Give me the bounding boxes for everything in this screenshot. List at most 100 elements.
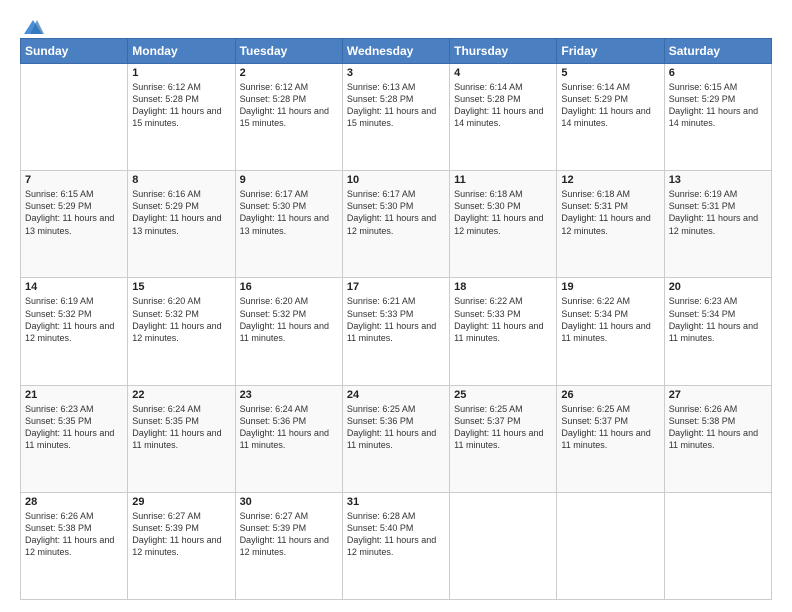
- calendar-cell: 17 Sunrise: 6:21 AMSunset: 5:33 PMDayligh…: [342, 278, 449, 385]
- calendar-week-row: 1 Sunrise: 6:12 AM Sunset: 5:28 PM Daylight…: [21, 64, 772, 171]
- daylight-label: Daylight: 11 hours and 12 minutes.: [347, 213, 436, 235]
- day-number: 29: [132, 496, 230, 508]
- day-number: 18: [454, 281, 552, 293]
- daylight-label: Daylight: 11 hours and 13 minutes.: [240, 213, 329, 235]
- sunrise-label: Sunrise: 6:26 AM: [25, 511, 94, 521]
- day-info: Sunrise: 6:13 AMSunset: 5:28 PMDaylight:…: [347, 81, 445, 130]
- day-number: 17: [347, 281, 445, 293]
- day-info: Sunrise: 6:14 AMSunset: 5:29 PMDaylight:…: [561, 81, 659, 130]
- calendar-cell: 22Sunrise: 6:24 AMSunset: 5:35 PMDayligh…: [128, 385, 235, 492]
- daylight-label: Daylight: 11 hours and 11 minutes.: [240, 428, 329, 450]
- calendar-cell: 28 Sunrise: 6:26 AMSunset: 5:38 PMDayligh…: [21, 492, 128, 599]
- calendar-cell: 2Sunrise: 6:12 AMSunset: 5:28 PMDaylight…: [235, 64, 342, 171]
- day-number: 2: [240, 67, 338, 79]
- day-info: Sunrise: 6:22 AMSunset: 5:34 PMDaylight:…: [561, 295, 659, 344]
- day-info: Sunrise: 6:27 AMSunset: 5:39 PMDaylight:…: [132, 510, 230, 559]
- daylight-label: Daylight: 11 hours and 14 minutes.: [669, 106, 758, 128]
- day-info: Sunrise: 6:23 AM Sunset: 5:34 PM Daylight:…: [669, 295, 767, 344]
- day-number: 5: [561, 67, 659, 79]
- daylight-label: Daylight: 11 hours and 12 minutes.: [25, 535, 114, 557]
- calendar-cell: 3Sunrise: 6:13 AMSunset: 5:28 PMDaylight…: [342, 64, 449, 171]
- sunrise-label: Sunrise: 6:16 AM: [132, 189, 201, 199]
- daylight-label: Daylight: 11 hours and 11 minutes.: [454, 321, 543, 343]
- sunset-label: Sunset: 5:28 PM: [347, 94, 414, 104]
- calendar-cell: [664, 492, 771, 599]
- sunset-label: Sunset: 5:38 PM: [669, 416, 736, 426]
- sunset-label: Sunset: 5:29 PM: [669, 94, 736, 104]
- sunset-label: Sunset: 5:35 PM: [25, 416, 92, 426]
- day-info: Sunrise: 6:24 AMSunset: 5:36 PMDaylight:…: [240, 403, 338, 452]
- day-info: Sunrise: 6:15 AMSunset: 5:29 PMDaylight:…: [25, 188, 123, 237]
- day-info: Sunrise: 6:21 AMSunset: 5:33 PMDaylight:…: [347, 295, 445, 344]
- day-number: 9: [240, 174, 338, 186]
- sunset-label: Sunset: 5:30 PM: [347, 201, 414, 211]
- day-number: 21: [25, 389, 123, 401]
- sunset-label: Sunset: 5:39 PM: [240, 523, 307, 533]
- day-number: 15: [132, 281, 230, 293]
- day-number: 20: [669, 281, 767, 293]
- day-info: Sunrise: 6:27 AMSunset: 5:39 PMDaylight:…: [240, 510, 338, 559]
- sunrise-label: Sunrise: 6:23 AM: [669, 296, 738, 306]
- calendar-week-row: 28 Sunrise: 6:26 AMSunset: 5:38 PMDayligh…: [21, 492, 772, 599]
- day-info: Sunrise: 6:15 AMSunset: 5:29 PMDaylight:…: [669, 81, 767, 130]
- calendar-cell: 29 Sunrise: 6:27 AMSunset: 5:39 PMDayligh…: [128, 492, 235, 599]
- day-number: 28: [25, 496, 123, 508]
- day-number: 4: [454, 67, 552, 79]
- calendar-cell: 14Sunrise: 6:19 AMSunset: 5:32 PMDayligh…: [21, 278, 128, 385]
- calendar-cell: 1Sunrise: 6:12 AMSunset: 5:28 PMDaylight…: [128, 64, 235, 171]
- daylight-label: Daylight: 11 hours and 12 minutes.: [454, 213, 543, 235]
- calendar-cell: 27Sunrise: 6:26 AMSunset: 5:38 PMDayligh…: [664, 385, 771, 492]
- sunset-label: Sunset: 5:36 PM: [240, 416, 307, 426]
- day-number: 7: [25, 174, 123, 186]
- calendar-cell: 31Sunrise: 6:28 AMSunset: 5:40 PMDayligh…: [342, 492, 449, 599]
- sunrise-label: Sunrise: 6:25 AM: [561, 404, 630, 414]
- col-monday: Monday: [128, 39, 235, 64]
- day-info: Sunrise: 6:26 AMSunset: 5:38 PMDaylight:…: [669, 403, 767, 452]
- daylight-label: Daylight: 11 hours and 15 minutes.: [132, 106, 221, 128]
- logo-icon: [22, 18, 44, 36]
- day-number: 24: [347, 389, 445, 401]
- daylight-label: Daylight: 11 hours and 12 minutes.: [669, 213, 758, 235]
- sunrise-label: Sunrise: 6:26 AM: [669, 404, 738, 414]
- calendar-cell: 13Sunrise: 6:19 AMSunset: 5:31 PMDayligh…: [664, 171, 771, 278]
- calendar-cell: [21, 64, 128, 171]
- sunrise-label: Sunrise: 6:14 AM: [454, 82, 523, 92]
- calendar-cell: 21Sunrise: 6:23 AMSunset: 5:35 PMDayligh…: [21, 385, 128, 492]
- day-info: Sunrise: 6:26 AMSunset: 5:38 PMDaylight:…: [25, 510, 123, 559]
- sunrise-label: Sunrise: 6:12 AM: [132, 82, 201, 92]
- daylight-label: Daylight: 11 hours and 13 minutes.: [132, 213, 221, 235]
- sunset-label: Sunset: 5:39 PM: [132, 523, 199, 533]
- col-thursday: Thursday: [450, 39, 557, 64]
- day-number: 1: [132, 67, 230, 79]
- daylight-label: Daylight: 11 hours and 11 minutes.: [669, 321, 758, 343]
- day-number: 6: [669, 67, 767, 79]
- calendar-cell: 10Sunrise: 6:17 AMSunset: 5:30 PMDayligh…: [342, 171, 449, 278]
- calendar-cell: 18Sunrise: 6:22 AMSunset: 5:33 PMDayligh…: [450, 278, 557, 385]
- day-number: 26: [561, 389, 659, 401]
- sunrise-label: Sunrise: 6:22 AM: [561, 296, 630, 306]
- col-wednesday: Wednesday: [342, 39, 449, 64]
- calendar-cell: 9 Sunrise: 6:17 AM Sunset: 5:30 PM Daylight…: [235, 171, 342, 278]
- sunset-label: Sunset: 5:33 PM: [454, 309, 521, 319]
- sunset-label: Sunset: 5:34 PM: [669, 309, 736, 319]
- day-number: 10: [347, 174, 445, 186]
- calendar-cell: 6 Sunrise: 6:15 AMSunset: 5:29 PMDaylight…: [664, 64, 771, 171]
- day-number: 13: [669, 174, 767, 186]
- daylight-label: Daylight: 11 hours and 12 minutes.: [25, 321, 114, 343]
- sunrise-label: Sunrise: 6:17 AM: [240, 189, 309, 199]
- sunrise-label: Sunrise: 6:15 AM: [25, 189, 94, 199]
- daylight-label: Daylight: 11 hours and 12 minutes.: [132, 321, 221, 343]
- daylight-label: Daylight: 11 hours and 11 minutes.: [240, 321, 329, 343]
- day-number: 23: [240, 389, 338, 401]
- day-info: Sunrise: 6:25 AMSunset: 5:37 PMDaylight:…: [454, 403, 552, 452]
- col-tuesday: Tuesday: [235, 39, 342, 64]
- sunset-label: Sunset: 5:32 PM: [132, 309, 199, 319]
- sunset-label: Sunset: 5:30 PM: [240, 201, 307, 211]
- daylight-label: Daylight: 11 hours and 11 minutes.: [25, 428, 114, 450]
- sunrise-label: Sunrise: 6:19 AM: [25, 296, 94, 306]
- daylight-label: Daylight: 11 hours and 14 minutes.: [561, 106, 650, 128]
- sunrise-label: Sunrise: 6:14 AM: [561, 82, 630, 92]
- daylight-label: Daylight: 11 hours and 11 minutes.: [561, 321, 650, 343]
- day-info: Sunrise: 6:17 AM Sunset: 5:30 PM Daylight:…: [240, 188, 338, 237]
- day-info: Sunrise: 6:18 AMSunset: 5:31 PMDaylight:…: [561, 188, 659, 237]
